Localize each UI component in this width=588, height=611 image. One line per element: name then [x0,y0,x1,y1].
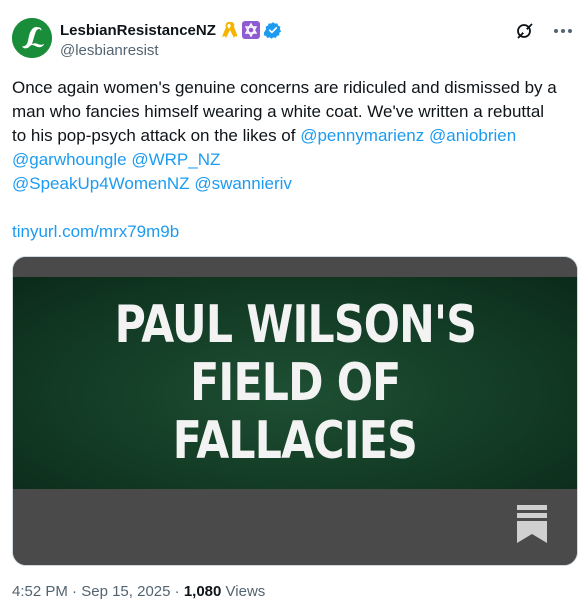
link-card[interactable]: PAUL WILSON'S FIELD OF FALLACIES [12,256,578,566]
tweet-date[interactable]: Sep 15, 2025 [81,583,170,600]
yellow-ribbon-icon [220,21,238,39]
external-link[interactable]: tinyurl.com/mrx79m9b [12,222,179,241]
star-of-david-icon [241,21,260,39]
views-count: 1,080 [183,583,222,600]
author-block: LesbianResistanceNZ @lesbianresist [60,20,282,59]
meta-separator: · [72,583,78,600]
mention-link[interactable]: @pennymarienz [300,126,424,145]
tweet-meta: 4:52 PM · Sep 15, 2025 · 1,080 Views [12,583,265,600]
tweet-line-1: Once again women's genuine concerns are … [12,78,557,97]
views-label: Views [225,583,266,600]
tweet: LesbianResistanceNZ @lesbianresist Once … [0,0,588,611]
avatar[interactable] [12,18,52,58]
card-title-line-2: FIELD OF [189,353,401,413]
top-actions [514,20,574,42]
tweet-line-link: tinyurl.com/mrx79m9b [12,220,578,244]
bookmark-icon [517,505,547,543]
tweet-line-2: man who fancies himself wearing a white … [12,102,545,121]
mention-link[interactable]: @WRP_NZ [131,150,220,169]
name-row: LesbianResistanceNZ [60,20,282,40]
card-image[interactable]: PAUL WILSON'S FIELD OF FALLACIES [13,277,577,489]
card-title-line-3: FALLACIES [172,411,418,471]
more-options-icon[interactable] [552,20,574,42]
tweet-time[interactable]: 4:52 PM [12,583,68,600]
card-bottom-bar [13,489,577,565]
card-top-bar [13,257,577,277]
handle[interactable]: @lesbianresist [60,42,282,59]
mention-link[interactable]: @swannieriv [194,174,292,193]
tweet-line-4: @garwhoungle @WRP_NZ [12,148,578,172]
tweet-line-3-text: to his pop-psych attack on the likes of [12,126,301,145]
avatar-logo-icon [12,18,52,58]
tweet-line-3: to his pop-psych attack on the likes of … [12,124,578,148]
verified-icon[interactable] [263,21,282,39]
mention-link[interactable]: @garwhoungle [12,150,127,169]
grok-icon[interactable] [514,20,536,42]
card-title-line-1: PAUL WILSON'S [114,295,476,355]
mention-link[interactable]: @aniobrien [429,126,516,145]
mention-link[interactable]: @SpeakUp4WomenNZ [12,174,190,193]
tweet-text: Once again women's genuine concerns are … [12,76,578,244]
tweet-line-5: @SpeakUp4WomenNZ @swannieriv [12,172,578,196]
display-name[interactable]: LesbianResistanceNZ [60,22,216,39]
meta-separator: · [174,583,180,600]
